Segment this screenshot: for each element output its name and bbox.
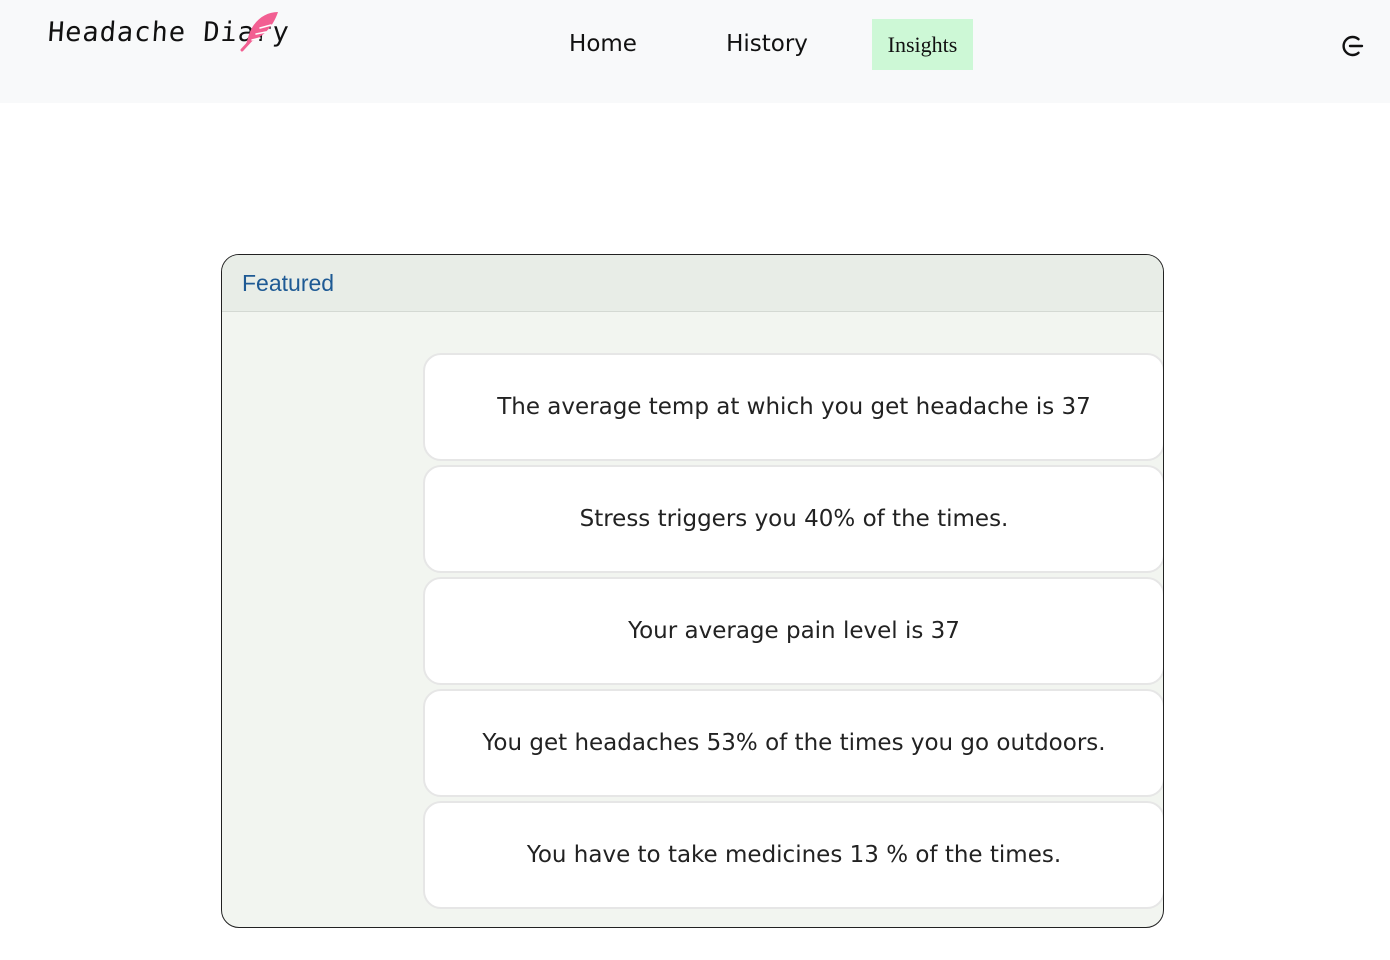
card-header: Featured bbox=[222, 255, 1163, 312]
featured-card: Featured The average temp at which you g… bbox=[221, 254, 1164, 928]
insight-item-outdoors[interactable]: You get headaches 53% of the times you g… bbox=[423, 689, 1163, 797]
feather-icon bbox=[240, 12, 278, 52]
navbar: Headache Diary Home History Insights bbox=[0, 0, 1390, 103]
insight-item-stress[interactable]: Stress triggers you 40% of the times. bbox=[423, 465, 1163, 573]
nav-home[interactable]: Home bbox=[559, 19, 647, 70]
insight-item-pain[interactable]: Your average pain level is 37 bbox=[423, 577, 1163, 685]
logout-icon[interactable] bbox=[1340, 33, 1366, 59]
nav-insights[interactable]: Insights bbox=[872, 19, 973, 70]
insight-item-medicines[interactable]: You have to take medicines 13 % of the t… bbox=[423, 801, 1163, 909]
insight-item-temp[interactable]: The average temp at which you get headac… bbox=[423, 353, 1163, 461]
insight-list: The average temp at which you get headac… bbox=[423, 353, 1163, 913]
nav-history[interactable]: History bbox=[716, 19, 818, 70]
